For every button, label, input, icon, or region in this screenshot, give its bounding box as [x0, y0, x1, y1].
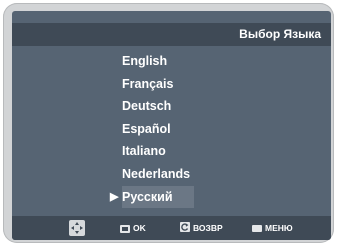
language-option-spanish[interactable]: Español [122, 118, 212, 141]
return-hint[interactable]: ВОЗВР [180, 222, 223, 234]
language-label: Français [122, 76, 174, 91]
menu-button-icon [252, 225, 262, 233]
language-option-russian[interactable]: ▶ Русский [110, 185, 194, 209]
menu-hint[interactable]: МЕНЮ [252, 222, 293, 234]
language-list: English Français Deutsch Español Italian… [110, 50, 212, 209]
hint-bar: OK ВОЗВР МЕНЮ [12, 216, 331, 240]
language-label: Русский [122, 189, 173, 204]
language-label: English [122, 54, 168, 68]
ok-button-icon [120, 224, 130, 233]
return-label: ВОЗВР [193, 223, 223, 233]
return-arrow-icon [180, 222, 190, 235]
page-title: Выбор Языка [239, 27, 321, 41]
ok-label: OK [133, 223, 146, 233]
navigation-pad-icon [69, 220, 85, 236]
menu-label: МЕНЮ [265, 223, 293, 233]
language-option-french[interactable]: Français [122, 73, 212, 96]
language-label: Italiano [122, 144, 166, 159]
osd-screen: Выбор Языка English Français Deutsch Esp… [12, 11, 331, 240]
language-option-italian[interactable]: Italiano [122, 140, 212, 163]
language-option-german[interactable]: Deutsch [122, 95, 212, 118]
language-option-dutch[interactable]: Nederlands [122, 163, 212, 186]
ok-hint[interactable]: OK [120, 222, 146, 234]
selection-arrow-icon: ▶ [110, 190, 119, 203]
tv-frame: Выбор Языка English Français Deutsch Esp… [3, 3, 334, 243]
title-bar: Выбор Языка [12, 23, 331, 46]
language-label: Nederlands [122, 166, 191, 181]
language-option-english[interactable]: English [122, 50, 212, 73]
language-label: Deutsch [122, 99, 172, 114]
language-label: Español [122, 121, 171, 136]
